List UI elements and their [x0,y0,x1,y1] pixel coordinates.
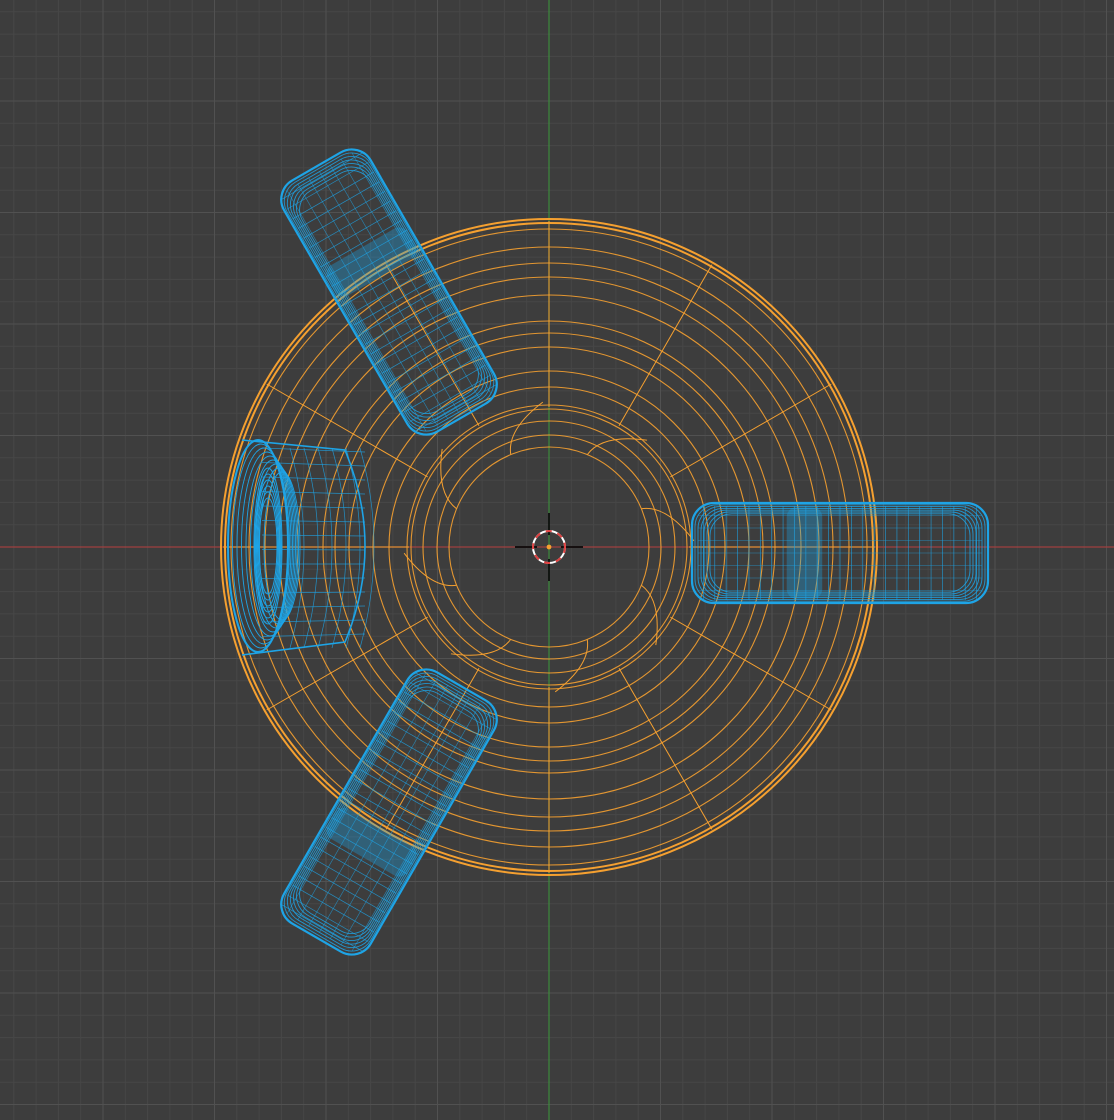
tire-edge [261,447,366,453]
origin-dot [546,544,552,550]
base-spoke [618,264,713,427]
viewport-scene[interactable] [0,0,1114,1120]
tire-edge [317,447,333,649]
base-spoke [669,616,832,711]
tire-ring [258,497,278,595]
tire-wireframe-right[interactable] [690,501,990,605]
base-spoke [266,383,429,478]
tire-ring [245,455,295,637]
tire-edge [261,476,366,481]
tire-edge [261,591,366,594]
tire-edge [308,685,448,927]
tire-edge [261,619,366,623]
base-spoke [618,667,713,830]
base-spoke [266,616,429,711]
tire-edge [297,183,438,426]
tire-rim [326,807,417,877]
3d-cursor-icon[interactable] [515,513,583,581]
tire-edge [297,678,438,921]
tire-rim [786,507,823,599]
tire-edge [308,177,448,419]
base-spoke [669,383,832,478]
3d-viewport[interactable] [0,0,1114,1120]
